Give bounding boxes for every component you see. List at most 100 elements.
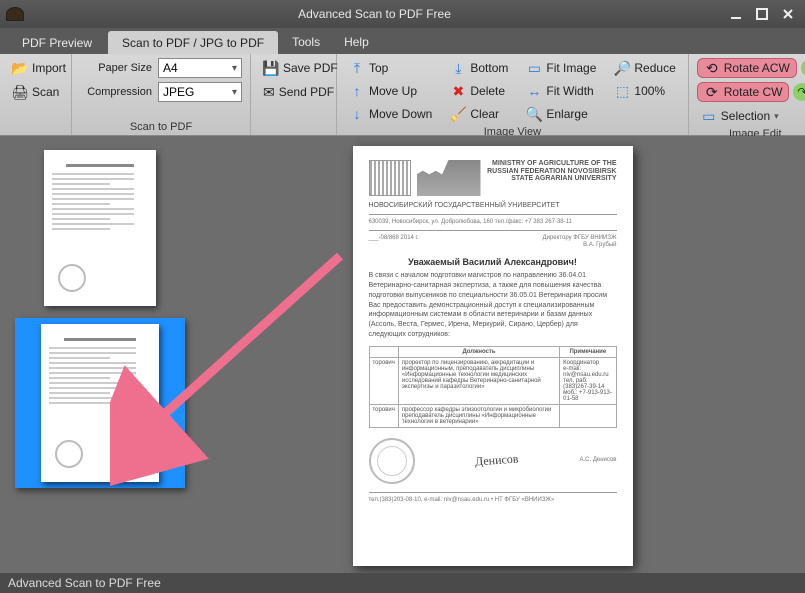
scan-label: Scan — [32, 85, 59, 99]
app-icon — [6, 7, 24, 21]
move-up-label: Move Up — [369, 84, 417, 98]
send-icon: ✉ — [263, 84, 275, 100]
thumbnail-2-selected[interactable] — [15, 318, 185, 488]
th-1: Должность — [398, 346, 559, 357]
reduce-icon: 🔎 — [614, 60, 630, 76]
paper-size-value: A4 — [163, 61, 178, 75]
chevron-down-icon: ▾ — [232, 63, 237, 74]
bottom-button[interactable]: ⤓ Bottom — [446, 58, 512, 78]
top-icon: ⤒ — [349, 60, 365, 76]
compression-label: Compression — [80, 86, 152, 98]
paper-size-label: Paper Size — [80, 62, 152, 74]
doc-footer: тел.(383)203-08-10, e-mail: niv@nsau.edu… — [369, 497, 617, 504]
content-area: MINISTRY OF AGRICULTURE OF THE RUSSIAN F… — [0, 136, 805, 573]
minimize-button[interactable] — [725, 6, 747, 22]
clear-button[interactable]: 🧹 Clear — [446, 104, 512, 124]
clear-icon: 🧹 — [450, 106, 466, 122]
logo-icon — [369, 160, 411, 196]
menubar: PDF Preview Scan to PDF / JPG to PDF Too… — [0, 28, 805, 54]
building-icon — [417, 160, 481, 196]
table-row: торович профессор кафедры эпизоотологии … — [369, 404, 616, 427]
redo-button[interactable]: ↷ — [793, 83, 805, 101]
up-icon: ↑ — [349, 83, 365, 99]
move-up-button[interactable]: ↑ Move Up — [345, 81, 436, 101]
seal-icon — [369, 438, 415, 484]
scan-icon: 🖨 — [12, 84, 28, 100]
top-button[interactable]: ⤒ Top — [345, 58, 436, 78]
fit-width-button[interactable]: ↔ Fit Width — [522, 81, 600, 101]
menu-tools[interactable]: Tools — [280, 30, 332, 54]
chevron-down-icon: ▾ — [232, 87, 237, 98]
hundred-button[interactable]: ⬚ 100% — [610, 81, 679, 101]
fit-width-icon: ↔ — [526, 83, 542, 99]
statusbar: Advanced Scan to PDF Free — [0, 573, 805, 593]
tab-scan-to-pdf[interactable]: Scan to PDF / JPG to PDF — [108, 31, 278, 54]
rotate-cw-button[interactable]: ⟳ Rotate CW — [697, 82, 790, 102]
save-pdf-button[interactable]: 💾 Save PDF — [259, 58, 328, 78]
maximize-button[interactable] — [751, 6, 773, 22]
doc-addressee: Директору ФГБУ ВНИИЗЖ В.А. Грубый — [543, 235, 617, 249]
move-down-label: Move Down — [369, 107, 432, 121]
save-icon: 💾 — [263, 60, 279, 76]
ribbon-group-image-edit: ⟲ Rotate ACW ↶ ⟳ Rotate CW ↷ ▭ Selection — [689, 54, 805, 135]
down-icon: ↓ — [349, 106, 365, 122]
selection-icon: ▭ — [701, 108, 717, 124]
bottom-icon: ⤓ — [450, 60, 466, 76]
fit-image-icon: ▭ — [526, 60, 542, 76]
delete-button[interactable]: ✖Delete — [446, 81, 512, 101]
close-button[interactable] — [777, 6, 799, 22]
selection-label: Selection — [721, 109, 770, 123]
paper-size-combo[interactable]: A4 ▾ — [158, 58, 242, 78]
enlarge-button[interactable]: 🔍 Enlarge — [522, 104, 600, 124]
reduce-label: Reduce — [634, 61, 675, 75]
enlarge-label: Enlarge — [546, 107, 587, 121]
rotate-acw-label: Rotate ACW — [724, 61, 790, 75]
thumbnail-1[interactable] — [44, 150, 156, 306]
fit-width-label: Fit Width — [546, 84, 593, 98]
compression-combo[interactable]: JPEG ▾ — [158, 82, 242, 102]
scan-button[interactable]: 🖨 Scan — [8, 82, 63, 102]
move-down-button[interactable]: ↓ Move Down — [345, 104, 436, 124]
import-button[interactable]: 📂 Import — [8, 58, 63, 78]
ribbon-group-io: 📂 Import 🖨 Scan — [0, 54, 72, 135]
rotate-acw-icon: ⟲ — [704, 60, 720, 76]
send-pdf-label: Send PDF — [279, 85, 334, 99]
rotate-cw-label: Rotate CW — [724, 85, 783, 99]
doc-salutation: Уважаемый Василий Александрович! — [369, 257, 617, 267]
tab-pdf-preview[interactable]: PDF Preview — [8, 31, 106, 54]
undo-button[interactable]: ↶ — [801, 59, 805, 77]
clear-label: Clear — [470, 107, 499, 121]
bottom-label: Bottom — [470, 61, 508, 75]
enlarge-icon: 🔍 — [526, 106, 542, 122]
delete-label: Delete — [470, 84, 505, 98]
send-pdf-button[interactable]: ✉ Send PDF — [259, 82, 328, 102]
ribbon: 📂 Import 🖨 Scan Paper Size A4 ▾ Compress… — [0, 54, 805, 136]
reduce-button[interactable]: 🔎 Reduce — [610, 58, 679, 78]
hundred-label: 100% — [634, 84, 665, 98]
page-preview[interactable]: MINISTRY OF AGRICULTURE OF THE RUSSIAN F… — [353, 146, 633, 566]
doc-table: Должность Примечание торович проректор п… — [369, 346, 617, 428]
preview-pane: MINISTRY OF AGRICULTURE OF THE RUSSIAN F… — [200, 136, 805, 573]
compression-value: JPEG — [163, 85, 194, 99]
rotate-acw-button[interactable]: ⟲ Rotate ACW — [697, 58, 797, 78]
status-text: Advanced Scan to PDF Free — [8, 576, 161, 590]
doc-body: В связи с началом подготовки магистров п… — [369, 271, 617, 340]
doc-date: ___-08/868 2014 г. — [369, 235, 419, 249]
fit-image-button[interactable]: ▭ Fit Image — [522, 58, 600, 78]
top-label: Top — [369, 61, 388, 75]
rotate-cw-icon: ⟳ — [704, 84, 720, 100]
thumbnail-sidebar — [0, 136, 200, 573]
menu-help[interactable]: Help — [332, 30, 381, 54]
import-icon: 📂 — [12, 60, 28, 76]
group-label-scan: Scan to PDF — [80, 121, 242, 133]
ribbon-group-output: 💾 Save PDF ✉ Send PDF — [251, 54, 337, 135]
window-title: Advanced Scan to PDF Free — [28, 7, 721, 21]
th-2: Примечание — [560, 346, 616, 357]
ribbon-group-scan-settings: Paper Size A4 ▾ Compression JPEG ▾ Scan … — [72, 54, 251, 135]
doc-contact: 630039, Новосибирск, ул. Добролюбова, 16… — [369, 219, 617, 226]
titlebar: Advanced Scan to PDF Free — [0, 0, 805, 28]
selection-button[interactable]: ▭ Selection ▾ — [697, 106, 805, 126]
table-row: торович проректор по лицензированию, акк… — [369, 357, 616, 404]
hundred-icon: ⬚ — [614, 83, 630, 99]
fit-image-label: Fit Image — [546, 61, 596, 75]
